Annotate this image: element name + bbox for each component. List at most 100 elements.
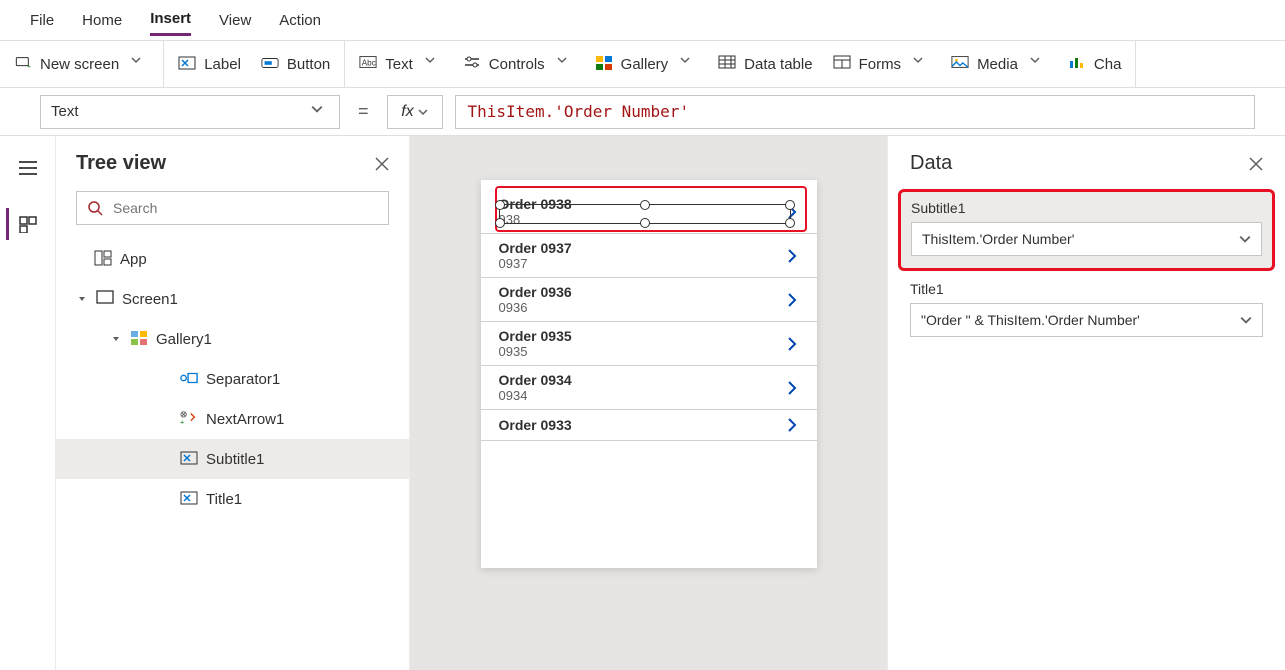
resize-handle[interactable]: [640, 200, 650, 210]
gallery-row-subtitle: 0934: [499, 388, 572, 403]
button-icon: [261, 55, 279, 73]
menu-file[interactable]: File: [30, 6, 54, 35]
svg-text:+: +: [180, 417, 184, 426]
gallery-row-subtitle: 0936: [499, 300, 572, 315]
separator-icon: [180, 370, 198, 388]
tree-item-label: Title1: [206, 491, 242, 508]
field-input[interactable]: ThisItem.'Order Number': [911, 222, 1262, 256]
label-button[interactable]: Label: [178, 55, 241, 73]
fx-label: fx: [401, 103, 413, 121]
screen-icon: [96, 290, 114, 308]
formula-token1: ThisItem: [468, 102, 545, 121]
gallery-row-title: Order 0935: [499, 328, 572, 344]
controls-icon: [463, 55, 481, 73]
chevron-down-icon: [1030, 55, 1048, 73]
tree-item-label: App: [120, 251, 147, 268]
expand-icon[interactable]: [76, 294, 88, 304]
gallery-row[interactable]: Order 09360936: [481, 278, 817, 322]
gallery-row-title: Order 0936: [499, 284, 572, 300]
search-icon: [87, 200, 103, 216]
resize-handle[interactable]: [495, 200, 505, 210]
chevron-down-icon: [425, 55, 443, 73]
chevron-down-icon: [1239, 233, 1251, 245]
next-arrow-icon[interactable]: [785, 335, 799, 353]
tree-item-title1[interactable]: Title1: [56, 479, 409, 519]
menu-insert[interactable]: Insert: [150, 4, 191, 36]
gallery-icon: [130, 330, 148, 348]
hamburger-button[interactable]: [8, 152, 48, 184]
close-icon[interactable]: [375, 157, 389, 171]
menu-home[interactable]: Home: [82, 6, 122, 35]
chart-menu[interactable]: Cha: [1068, 55, 1122, 73]
close-icon[interactable]: [1249, 157, 1263, 171]
forms-menu[interactable]: Forms: [833, 55, 932, 73]
gallery-row-subtitle: 0935: [499, 344, 572, 359]
new-screen-icon: +: [14, 55, 32, 73]
controls-label: Controls: [489, 56, 545, 73]
resize-handle[interactable]: [785, 200, 795, 210]
new-screen-button[interactable]: + New screen: [14, 55, 149, 73]
gallery-row-title: Order 0934: [499, 372, 572, 388]
gallery-row-title: Order 0933: [499, 417, 572, 433]
chevron-down-icon: [680, 55, 698, 73]
resize-handle[interactable]: [495, 218, 505, 228]
gallery-row-subtitle: 0937: [499, 256, 572, 271]
svg-text:Abc: Abc: [362, 59, 376, 68]
tree-item-nextarrow1[interactable]: +NextArrow1: [56, 399, 409, 439]
text-icon: Abc: [359, 55, 377, 73]
field-value: "Order " & ThisItem.'Order Number': [921, 312, 1140, 328]
gallery-row[interactable]: Order 09340934: [481, 366, 817, 410]
canvas: Order 0938938Order 09370937Order 0936093…: [410, 136, 887, 670]
resize-handle[interactable]: [785, 218, 795, 228]
gallery-menu[interactable]: Gallery: [595, 55, 699, 73]
tree-item-subtitle1[interactable]: Subtitle1: [56, 439, 409, 479]
chevron-down-icon: [557, 55, 575, 73]
property-selector[interactable]: Text: [40, 95, 340, 129]
gallery-row[interactable]: Order 0933: [481, 410, 817, 441]
chevron-down-icon: [913, 55, 931, 73]
left-rail: [0, 136, 56, 670]
tree-item-screen1[interactable]: Screen1: [56, 279, 409, 319]
label-btn-label: Label: [204, 56, 241, 73]
tree-search-input[interactable]: [111, 199, 378, 217]
fx-button[interactable]: fx: [387, 95, 443, 129]
label-icon: [180, 450, 198, 468]
expand-icon[interactable]: [110, 334, 122, 344]
data-table-button[interactable]: Data table: [718, 55, 812, 73]
field-value: ThisItem.'Order Number': [922, 231, 1074, 247]
field-label: Title1: [910, 281, 1263, 297]
tree-item-label: Separator1: [206, 371, 280, 388]
menu-action[interactable]: Action: [279, 6, 321, 35]
next-arrow-icon[interactable]: [785, 247, 799, 265]
chart-icon: [1068, 55, 1086, 73]
tree-item-app[interactable]: App: [56, 239, 409, 279]
gallery-row[interactable]: Order 09370937: [481, 234, 817, 278]
label-icon: [178, 55, 196, 73]
media-menu[interactable]: Media: [951, 55, 1048, 73]
button-btn-label: Button: [287, 56, 330, 73]
app-icon: [94, 250, 112, 268]
ribbon: + New screen Label Button Abc Text Contr…: [0, 40, 1285, 88]
formula-input[interactable]: ThisItem.'Order Number': [455, 95, 1255, 129]
data-panel-title: Data: [910, 152, 952, 175]
next-arrow-icon[interactable]: [785, 291, 799, 309]
field-input[interactable]: "Order " & ThisItem.'Order Number': [910, 303, 1263, 337]
menu-view[interactable]: View: [219, 6, 251, 35]
text-menu[interactable]: Abc Text: [359, 55, 443, 73]
next-arrow-icon[interactable]: [785, 379, 799, 397]
tree-view-rail-button[interactable]: [6, 208, 46, 240]
gallery-row[interactable]: Order 09350935: [481, 322, 817, 366]
tree-item-separator1[interactable]: Separator1: [56, 359, 409, 399]
chevron-down-icon: [131, 55, 149, 73]
forms-icon: [833, 55, 851, 73]
resize-handle[interactable]: [640, 218, 650, 228]
tree-search[interactable]: [76, 191, 389, 225]
tree-item-gallery1[interactable]: Gallery1: [56, 319, 409, 359]
control-selection-frame[interactable]: [499, 204, 791, 224]
gallery-preview: Order 0938938Order 09370937Order 0936093…: [481, 180, 817, 568]
next-arrow-icon[interactable]: [785, 416, 799, 434]
data-panel: Data Subtitle1ThisItem.'Order Number' Tit…: [887, 136, 1285, 670]
controls-menu[interactable]: Controls: [463, 55, 575, 73]
button-button[interactable]: Button: [261, 55, 330, 73]
data-field-subtitle1: Subtitle1ThisItem.'Order Number': [898, 189, 1275, 271]
